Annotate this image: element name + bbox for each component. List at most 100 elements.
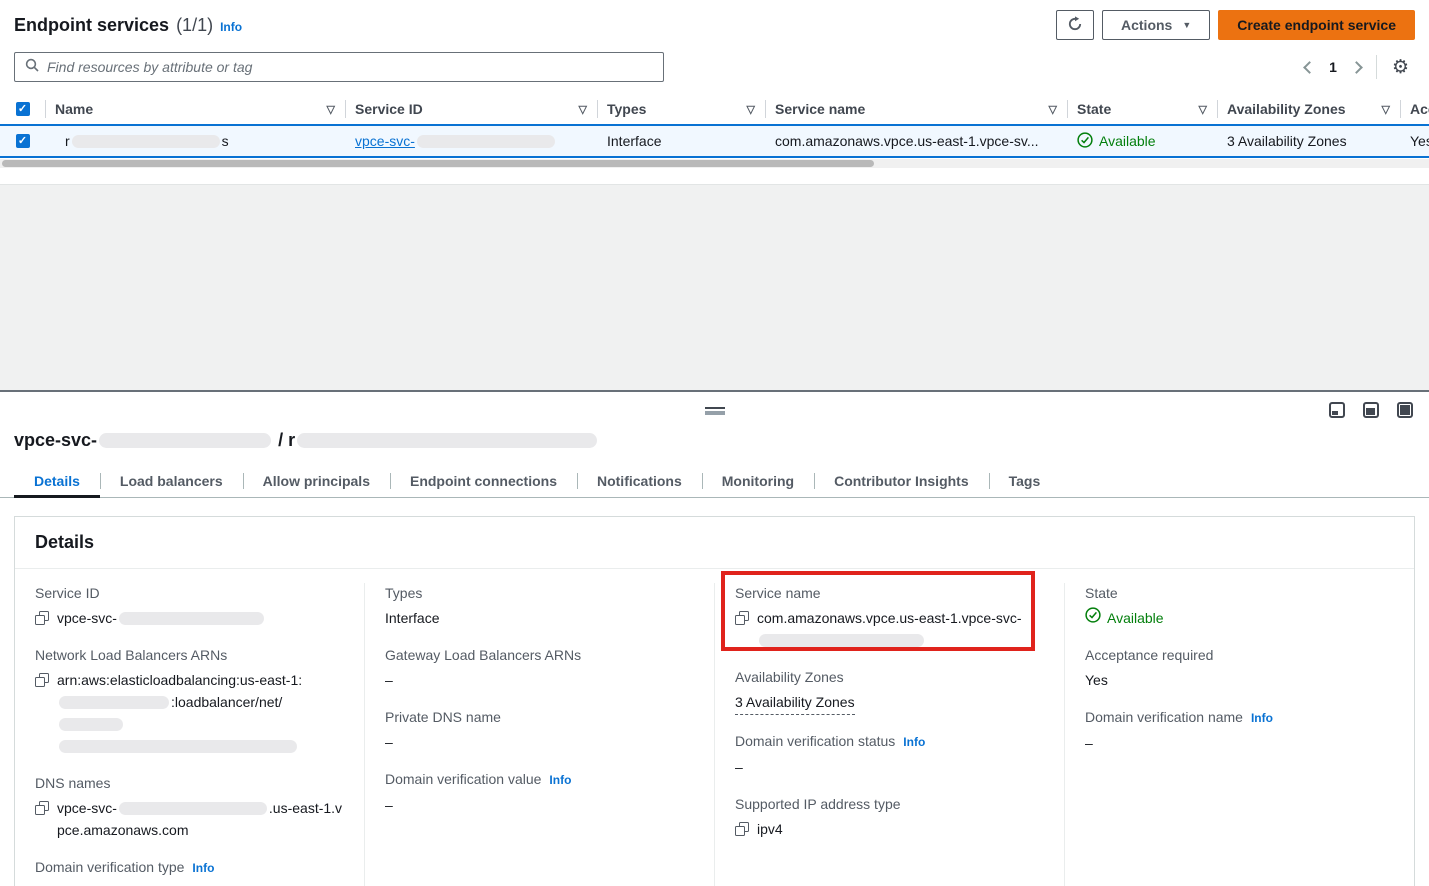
select-all-checkbox[interactable]: ✓ (16, 102, 30, 116)
info-link[interactable]: Info (1251, 711, 1273, 725)
title-info-link[interactable]: Info (220, 20, 242, 34)
info-link[interactable]: Info (903, 735, 925, 749)
scrollbar-thumb[interactable] (2, 160, 874, 167)
next-page-button[interactable] (1350, 61, 1363, 74)
info-link[interactable]: Info (192, 861, 214, 875)
service-id-link[interactable]: vpce-svc- (355, 133, 557, 149)
status-check-icon (1077, 132, 1093, 151)
filter-icon[interactable]: ▽ (579, 103, 587, 116)
field-domain-verification-type: Domain verification typeInfo – (35, 857, 344, 886)
tab-load-balancers[interactable]: Load balancers (100, 465, 243, 497)
endpoint-services-table: ✓ Name ▽ Service ID ▽ Types ▽ Service na… (0, 94, 1429, 168)
table-toolbar: 1 ⚙ (0, 40, 1429, 82)
redacted-text (417, 135, 555, 148)
create-endpoint-service-button[interactable]: Create endpoint service (1218, 10, 1415, 40)
redacted-text (99, 433, 271, 448)
availability-zones-link[interactable]: 3 Availability Zones (735, 691, 855, 715)
tab-monitoring[interactable]: Monitoring (702, 465, 814, 497)
column-header-name[interactable]: Name ▽ (45, 94, 345, 124)
refresh-button[interactable] (1056, 10, 1094, 40)
table-header-row: ✓ Name ▽ Service ID ▽ Types ▽ Service na… (0, 94, 1429, 124)
field-network-load-balancers-arns: Network Load Balancers ARNs arn:aws:elas… (35, 645, 344, 757)
availability-zones-link[interactable]: 3 Availability Zones (1227, 133, 1347, 149)
endpoint-services-pane: Endpoint services (1/1) Info Actions ▼ C… (0, 0, 1429, 392)
filter-icon[interactable]: ▽ (1199, 103, 1207, 116)
tab-notifications[interactable]: Notifications (577, 465, 702, 497)
table-empty-area (0, 184, 1429, 390)
redacted-text (297, 433, 597, 448)
horizontal-scrollbar[interactable] (0, 159, 1429, 168)
tab-contributor-insights[interactable]: Contributor Insights (814, 465, 989, 497)
panel-size-controls (1329, 402, 1413, 418)
filter-icon[interactable]: ▽ (1049, 103, 1057, 116)
tab-details[interactable]: Details (14, 465, 100, 497)
copy-icon[interactable] (735, 611, 749, 625)
divider (1376, 55, 1377, 79)
field-gateway-load-balancers-arns: Gateway Load Balancers ARNs – (385, 645, 694, 691)
panel-size-small-icon[interactable] (1329, 402, 1345, 418)
field-domain-verification-name: Domain verification nameInfo – (1085, 707, 1394, 754)
page-title: Endpoint services (14, 15, 169, 36)
copy-icon[interactable] (735, 822, 749, 836)
redacted-text (119, 612, 264, 625)
redacted-text (59, 740, 297, 753)
panel-size-medium-icon[interactable] (1363, 402, 1379, 418)
field-supported-ip-address-type: Supported IP address type ipv4 (735, 794, 1044, 840)
result-count: (1/1) (176, 15, 213, 36)
field-domain-verification-status: Domain verification statusInfo – (735, 731, 1044, 778)
search-box[interactable] (14, 52, 664, 82)
field-availability-zones: Availability Zones 3 Availability Zones (735, 667, 1044, 715)
field-private-dns-name: Private DNS name – (385, 707, 694, 753)
details-column-3: Service name com.amazonaws.vpce.us-east-… (714, 583, 1064, 886)
filter-icon[interactable]: ▽ (1382, 103, 1390, 116)
column-header-types[interactable]: Types ▽ (597, 94, 765, 124)
search-input[interactable] (47, 59, 654, 75)
column-header-state[interactable]: State ▽ (1067, 94, 1217, 124)
info-link[interactable]: Info (549, 773, 571, 787)
split-panel-drag-handle[interactable] (705, 407, 725, 415)
field-service-id: Service ID vpce-svc- (35, 583, 344, 629)
tab-tags[interactable]: Tags (989, 465, 1061, 497)
pagination: 1 ⚙ (1305, 55, 1415, 79)
select-all-header: ✓ (0, 94, 45, 124)
prev-page-button[interactable] (1303, 61, 1316, 74)
actions-button[interactable]: Actions ▼ (1102, 10, 1210, 40)
filter-icon[interactable]: ▽ (747, 103, 755, 116)
filter-icon[interactable]: ▽ (327, 103, 335, 116)
details-card-title: Details (15, 517, 1414, 569)
refresh-icon (1067, 16, 1083, 35)
column-header-service-id[interactable]: Service ID ▽ (345, 94, 597, 124)
redacted-text (59, 696, 169, 709)
redacted-text (59, 718, 123, 731)
field-service-name: Service name com.amazonaws.vpce.us-east-… (735, 583, 1044, 651)
tab-allow-principals[interactable]: Allow principals (243, 465, 390, 497)
current-page[interactable]: 1 (1329, 59, 1337, 75)
row-checkbox[interactable]: ✓ (16, 134, 30, 148)
cell-types: Interface (597, 133, 765, 149)
copy-icon[interactable] (35, 673, 49, 687)
cell-state: Available (1067, 132, 1217, 151)
copy-icon[interactable] (35, 611, 49, 625)
column-header-service-name[interactable]: Service name ▽ (765, 94, 1067, 124)
tab-endpoint-connections[interactable]: Endpoint connections (390, 465, 577, 497)
status-text: Available (1099, 133, 1156, 149)
redacted-text (72, 135, 220, 148)
column-header-acceptance-required[interactable]: Acceptance required (1400, 94, 1429, 124)
details-column-4: State Available Acceptance required Yes (1064, 583, 1414, 886)
preferences-gear-icon[interactable]: ⚙ (1392, 58, 1409, 77)
field-types: Types Interface (385, 583, 694, 629)
status-text: Available (1107, 607, 1164, 629)
cell-acceptance-required: Yes (1400, 133, 1429, 149)
details-column-2: Types Interface Gateway Load Balancers A… (364, 583, 714, 886)
copy-icon[interactable] (35, 801, 49, 815)
page-header: Endpoint services (1/1) Info Actions ▼ C… (0, 0, 1429, 40)
table-row[interactable]: ✓ rs vpce-svc- Interface com.amazonaws.v… (0, 124, 1429, 158)
field-state: State Available (1085, 583, 1394, 629)
column-header-availability-zones[interactable]: Availability Zones ▽ (1217, 94, 1400, 124)
redacted-text (119, 802, 267, 815)
cell-service-name: com.amazonaws.vpce.us-east-1.vpce-sv... (765, 133, 1067, 149)
caret-down-icon: ▼ (1182, 20, 1191, 30)
panel-size-large-icon[interactable] (1397, 402, 1413, 418)
status-check-icon (1085, 607, 1101, 629)
row-select-cell: ✓ (0, 134, 45, 148)
